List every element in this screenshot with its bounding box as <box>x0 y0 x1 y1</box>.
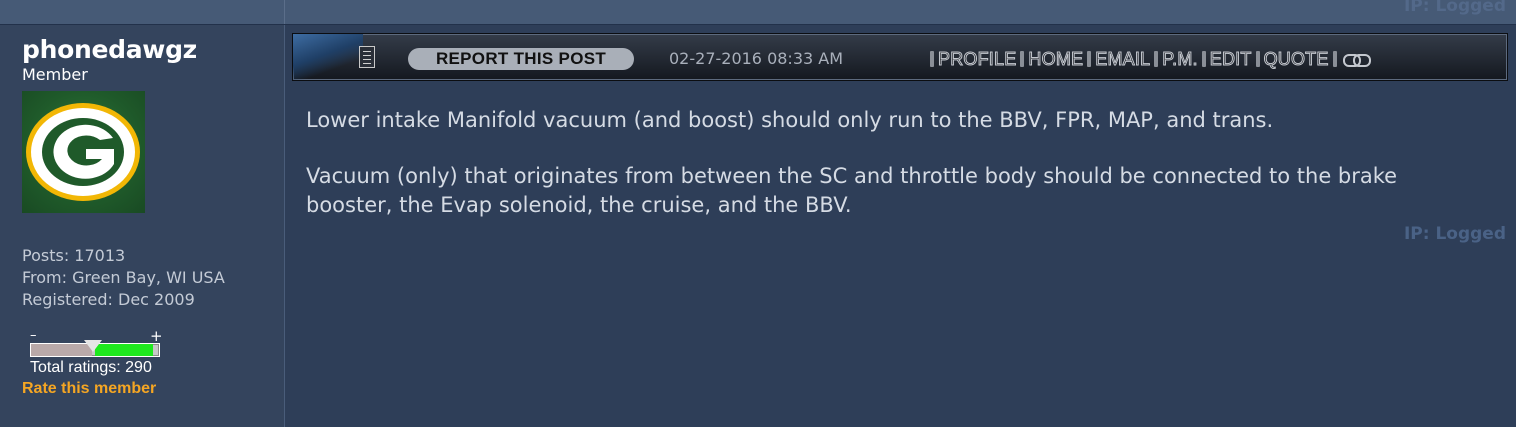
column-divider <box>284 0 285 24</box>
post-count: Posts: 17013 <box>22 246 126 265</box>
report-post-button[interactable]: REPORT THIS POST <box>408 48 634 70</box>
nav-separator <box>1332 51 1337 67</box>
user-info-column: phonedawgz Member Posts: 17013 From: Gre… <box>0 25 285 427</box>
home-link[interactable]: HOME <box>1028 48 1084 70</box>
profile-link[interactable]: PROFILE <box>937 48 1016 70</box>
nav-separator <box>1020 51 1025 67</box>
rate-member-link[interactable]: Rate this member <box>22 380 156 398</box>
nav-separator <box>1087 51 1092 67</box>
post-document-icon[interactable] <box>359 46 375 68</box>
rating-bar-positive <box>95 344 153 356</box>
post-paragraph: Vacuum (only) that originates from betwe… <box>306 164 1398 217</box>
nav-separator <box>1154 51 1159 67</box>
registered-date: Registered: Dec 2009 <box>22 290 195 309</box>
total-ratings: Total ratings: 290 <box>30 359 152 376</box>
username[interactable]: phonedawgz <box>22 35 197 64</box>
toolbar-swoosh <box>293 34 363 80</box>
rating-marker-icon <box>84 340 102 352</box>
nav-separator <box>1201 51 1206 67</box>
post-paragraph: Lower intake Manifold vacuum (and boost)… <box>306 108 1274 132</box>
previous-ip-logged: IP: Logged <box>1403 0 1506 16</box>
packers-logo-icon <box>26 103 140 201</box>
avatar <box>22 91 145 213</box>
nav-separator <box>1255 51 1260 67</box>
edit-link[interactable]: EDIT <box>1209 48 1252 70</box>
quote-link[interactable]: QUOTE <box>1263 48 1329 70</box>
post-body: Lower intake Manifold vacuum (and boost)… <box>306 106 1486 247</box>
ip-logged: IP: Logged <box>1403 224 1506 244</box>
post-nav: PROFILE HOME EMAIL P.M. EDIT QUOTE <box>926 47 1371 71</box>
nav-separator <box>930 51 934 67</box>
member-rating: – + Total ratings: 290 Rate this member <box>22 327 172 420</box>
user-rank: Member <box>22 65 88 84</box>
user-stats: Posts: 17013 From: Green Bay, WI USA Reg… <box>22 245 225 311</box>
post-content: REPORT THIS POST 02-27-2016 08:33 AM PRO… <box>285 25 1516 427</box>
post-toolbar: REPORT THIS POST 02-27-2016 08:33 AM PRO… <box>292 33 1508 81</box>
permalink-icon[interactable] <box>1341 51 1371 67</box>
rating-plus-label: + <box>150 327 163 345</box>
user-location: From: Green Bay, WI USA <box>22 268 225 287</box>
rating-bar-negative <box>31 344 92 356</box>
post-date: 02-27-2016 08:33 AM <box>669 49 844 68</box>
pm-link[interactable]: P.M. <box>1162 48 1198 70</box>
rating-minus-label: – <box>30 328 37 343</box>
email-link[interactable]: EMAIL <box>1095 48 1151 70</box>
previous-post-footer: IP: Logged <box>0 0 1516 25</box>
